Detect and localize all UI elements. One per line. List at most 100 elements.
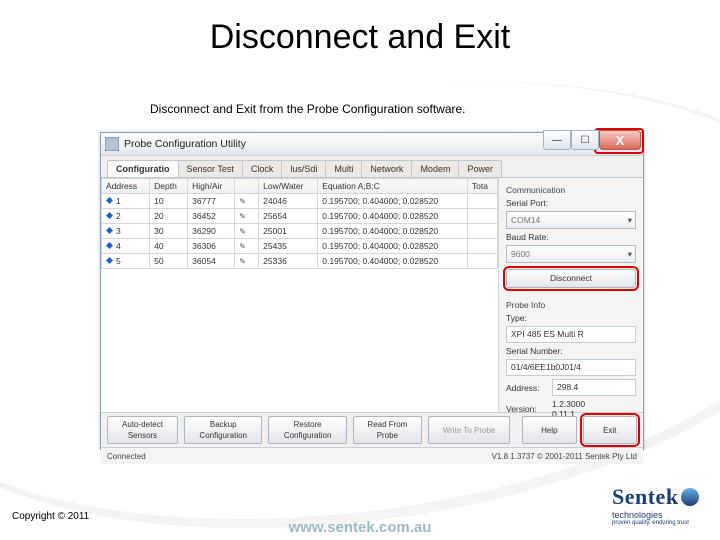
column-header: Depth	[150, 179, 188, 194]
table-row[interactable]: 55036054 253360.195700; 0.404000; 0.02852…	[102, 254, 498, 269]
sentek-logo: Sentek technologies proven quality, endu…	[612, 484, 702, 526]
tab-clock[interactable]: Clock	[242, 160, 283, 177]
row-icon	[106, 257, 113, 264]
table-cell	[235, 194, 259, 209]
table-cell: 10	[150, 194, 188, 209]
slide-title: Disconnect and Exit	[0, 18, 720, 57]
pencil-icon	[239, 226, 247, 234]
tab-multi[interactable]: Multi	[325, 160, 362, 177]
row-icon	[106, 242, 113, 249]
table-cell	[235, 239, 259, 254]
serial-value: 01/4/6EE1b0J01/4	[506, 359, 636, 376]
help-button[interactable]: Help	[522, 416, 576, 444]
table-cell: 0.195700; 0.404000; 0.028520	[318, 239, 468, 254]
sensor-table: AddressDepthHigh/Air Low/WaterEquation A;…	[101, 178, 498, 269]
column-header	[235, 179, 259, 194]
table-cell: 36777	[188, 194, 235, 209]
backup-button[interactable]: Backup Configuration	[184, 416, 262, 444]
table-cell: 25001	[259, 224, 318, 239]
table-cell: 0.195700; 0.404000; 0.028520	[318, 224, 468, 239]
slide-caption: Disconnect and Exit from the Probe Confi…	[150, 102, 466, 116]
tab-modem[interactable]: Modem	[411, 160, 459, 177]
serial-port-combo[interactable]: COM14	[506, 211, 636, 229]
address-value: 298.4	[552, 379, 636, 396]
table-cell: 3	[102, 224, 150, 239]
probe-info-header: Probe Info	[506, 300, 636, 310]
type-value: XPI 485 ES Multi R	[506, 326, 636, 343]
write-to-probe-button[interactable]: Write To Probe	[428, 416, 510, 444]
table-cell: 2	[102, 209, 150, 224]
serial-port-label: Serial Port:	[506, 198, 636, 208]
close-button[interactable]: X	[599, 130, 641, 150]
table-cell	[467, 209, 497, 224]
window-title: Probe Configuration Utility	[124, 138, 246, 150]
table-row[interactable]: 44036306 254350.195700; 0.404000; 0.02852…	[102, 239, 498, 254]
app-icon	[105, 137, 119, 151]
column-header: Address	[102, 179, 150, 194]
column-header: High/Air	[188, 179, 235, 194]
column-header: Tota	[467, 179, 497, 194]
table-row[interactable]: 33036290 250010.195700; 0.404000; 0.02852…	[102, 224, 498, 239]
table-cell: 0.195700; 0.404000; 0.028520	[318, 254, 468, 269]
table-cell: 25336	[259, 254, 318, 269]
table-cell	[467, 239, 497, 254]
status-right: V1.8 1.3737 © 2001-2011 Sentek Pty Ltd	[492, 452, 637, 461]
table-cell: 50	[150, 254, 188, 269]
logo-tag: proven quality, enduring trust	[612, 520, 702, 526]
row-icon	[106, 227, 113, 234]
table-cell: 1	[102, 194, 150, 209]
table-cell: 36452	[188, 209, 235, 224]
table-cell	[467, 224, 497, 239]
table-cell: 20	[150, 209, 188, 224]
pencil-icon	[239, 256, 247, 264]
minimize-button[interactable]: —	[543, 130, 571, 150]
column-header: Low/Water	[259, 179, 318, 194]
tab-lus-sdi[interactable]: lus/Sdi	[281, 160, 326, 177]
row-icon	[106, 212, 113, 219]
status-left: Connected	[107, 452, 146, 461]
titlebar: Probe Configuration Utility — ☐ X	[101, 133, 643, 156]
table-cell: 36290	[188, 224, 235, 239]
restore-button[interactable]: Restore Configuration	[268, 416, 346, 444]
disconnect-button[interactable]: Disconnect	[506, 269, 636, 288]
tab-configuratio[interactable]: Configuratio	[107, 160, 179, 177]
table-cell: 4	[102, 239, 150, 254]
type-label: Type:	[506, 313, 636, 323]
table-cell: 5	[102, 254, 150, 269]
auto-detect-button[interactable]: Auto-detect Sensors	[107, 416, 178, 444]
baud-combo[interactable]: 9600	[506, 245, 636, 263]
tab-power[interactable]: Power	[458, 160, 502, 177]
side-panel: Communication Serial Port: COM14 Baud Ra…	[499, 178, 643, 412]
logo-word: Sentek	[612, 484, 679, 509]
table-cell: 25435	[259, 239, 318, 254]
column-header: Equation A;B;C	[318, 179, 468, 194]
table-cell	[235, 224, 259, 239]
table-cell	[467, 194, 497, 209]
tab-sensor-test[interactable]: Sensor Test	[178, 160, 243, 177]
logo-ball-icon	[681, 488, 699, 506]
table-cell	[235, 254, 259, 269]
logo-tech: technologies	[612, 510, 702, 520]
table-cell: 0.195700; 0.404000; 0.028520	[318, 209, 468, 224]
table-cell: 24046	[259, 194, 318, 209]
bottom-toolbar: Auto-detect Sensors Backup Configuration…	[101, 412, 643, 447]
table-cell: 40	[150, 239, 188, 254]
maximize-button[interactable]: ☐	[571, 130, 599, 150]
tab-network[interactable]: Network	[361, 160, 412, 177]
table-row[interactable]: 11036777240460.195700; 0.404000; 0.02852…	[102, 194, 498, 209]
table-row[interactable]: 22036452256540.195700; 0.404000; 0.02852…	[102, 209, 498, 224]
baud-label: Baud Rate:	[506, 232, 636, 242]
status-bar: Connected V1.8 1.3737 © 2001-2011 Sentek…	[101, 447, 643, 464]
tab-strip: ConfiguratioSensor TestClocklus/SdiMulti…	[101, 156, 643, 178]
version-label: Version:	[506, 404, 548, 414]
table-cell	[467, 254, 497, 269]
comm-header: Communication	[506, 185, 636, 195]
exit-button[interactable]: Exit	[583, 416, 637, 444]
table-cell: 30	[150, 224, 188, 239]
read-from-probe-button[interactable]: Read From Probe	[353, 416, 422, 444]
table-cell: 36306	[188, 239, 235, 254]
table-cell: 36054	[188, 254, 235, 269]
pencil-icon	[239, 241, 247, 249]
serial-label: Serial Number:	[506, 346, 636, 356]
pencil-icon	[239, 211, 247, 219]
